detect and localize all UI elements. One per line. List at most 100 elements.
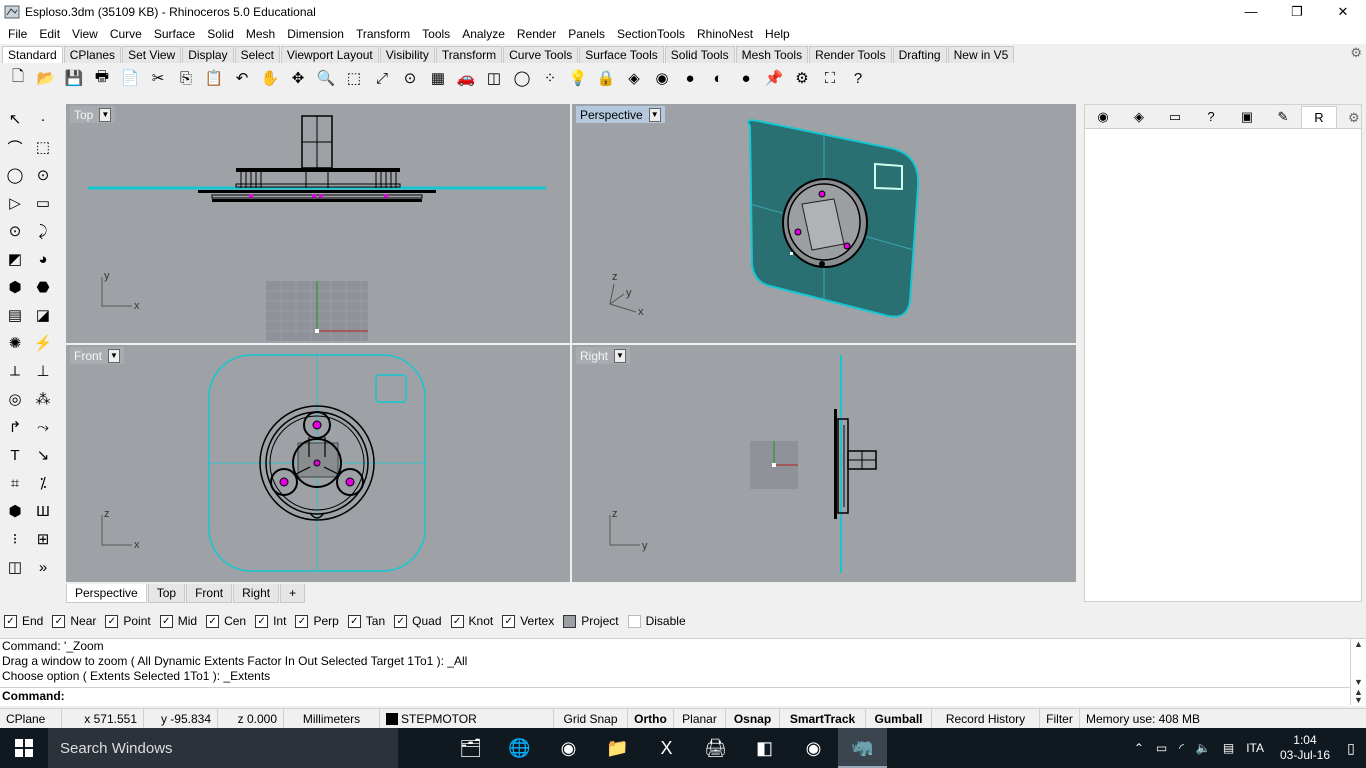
- gumball-toggle[interactable]: Gumball: [866, 708, 932, 729]
- viewport-front[interactable]: z x Front ▼: [66, 345, 570, 582]
- tool-button-5-icon[interactable]: ⊙: [30, 162, 56, 188]
- command-history-scrollbar[interactable]: ▲ ▼: [1350, 639, 1366, 687]
- zoom-selected-icon[interactable]: ⊙: [396, 65, 424, 91]
- grid-icon[interactable]: ▦: [424, 65, 452, 91]
- osnap-perp[interactable]: ✓ Perp: [295, 614, 339, 628]
- osnap-tan[interactable]: ✓ Tan: [347, 614, 385, 628]
- tool-button-11-icon[interactable]: ◕: [30, 246, 56, 272]
- chevron-down-icon[interactable]: ▼: [108, 348, 121, 363]
- osnap-checkbox[interactable]: [563, 614, 577, 628]
- tab-render-tools[interactable]: Render Tools: [809, 46, 892, 63]
- car-icon[interactable]: 🚗: [452, 65, 480, 91]
- undo-icon[interactable]: ↶: [228, 65, 256, 91]
- menu-solid[interactable]: Solid: [201, 27, 240, 41]
- print-icon[interactable]: 🖶: [88, 65, 116, 91]
- menu-render[interactable]: Render: [511, 27, 562, 41]
- paste-icon[interactable]: 📋: [200, 65, 228, 91]
- menu-curve[interactable]: Curve: [104, 27, 148, 41]
- tab-transform[interactable]: Transform: [435, 46, 503, 63]
- viewport-label-front[interactable]: Front ▼: [70, 347, 125, 364]
- chevron-down-icon[interactable]: ▼: [99, 107, 112, 122]
- tab-viewport-layout[interactable]: Viewport Layout: [280, 46, 379, 63]
- sphere-icon[interactable]: ●: [676, 65, 704, 91]
- command-input[interactable]: Command:: [0, 687, 1350, 705]
- language-indicator[interactable]: ITA: [1246, 741, 1264, 755]
- planar-toggle[interactable]: Planar: [674, 708, 726, 729]
- menu-mesh[interactable]: Mesh: [240, 27, 281, 41]
- close-button[interactable]: ✕: [1320, 0, 1366, 23]
- cut-icon[interactable]: ✂: [144, 65, 172, 91]
- osnap-knot[interactable]: ✓ Knot: [450, 614, 493, 628]
- tool-button-16-icon[interactable]: ✺: [2, 330, 28, 356]
- tool-button-4-icon[interactable]: ◯: [2, 162, 28, 188]
- smarttrack-toggle[interactable]: SmartTrack: [780, 708, 866, 729]
- zoom-window-icon[interactable]: ⬚: [340, 65, 368, 91]
- tool-button-24-icon[interactable]: T: [2, 442, 28, 468]
- menu-edit[interactable]: Edit: [33, 27, 66, 41]
- osnap-checkbox[interactable]: ✓: [105, 614, 119, 628]
- osnap-project[interactable]: Project: [563, 614, 619, 628]
- open-icon[interactable]: 📂: [32, 65, 60, 91]
- viewport-perspective[interactable]: z y x Perspective ▼: [572, 104, 1076, 343]
- volume-icon[interactable]: 🔈: [1196, 741, 1211, 755]
- tool-button-32-icon[interactable]: ◫: [2, 554, 28, 580]
- tool-button-13-icon[interactable]: ⬣: [30, 274, 56, 300]
- osnap-checkbox[interactable]: ✓: [255, 614, 269, 628]
- ortho-toggle[interactable]: Ortho: [628, 708, 674, 729]
- action-center-icon[interactable]: ▤: [1223, 741, 1234, 755]
- osnap-end[interactable]: ✓ End: [4, 614, 43, 628]
- menu-file[interactable]: File: [2, 27, 33, 41]
- chrome-icon[interactable]: ◉: [544, 728, 593, 768]
- clock[interactable]: 1:04 03-Jul-16: [1280, 733, 1330, 763]
- properties-icon[interactable]: ◉: [1085, 106, 1121, 128]
- tool-button-10-icon[interactable]: ◩: [2, 246, 28, 272]
- osnap-checkbox[interactable]: ✓: [4, 614, 17, 628]
- osnap-near[interactable]: ✓ Near: [52, 614, 96, 628]
- help-icon[interactable]: ?: [1193, 106, 1229, 128]
- osnap-vertex[interactable]: ✓ Vertex: [502, 614, 554, 628]
- tool-button-6-icon[interactable]: ▷: [2, 190, 28, 216]
- menu-tools[interactable]: Tools: [416, 27, 456, 41]
- viewport-tab-perspective[interactable]: Perspective: [66, 584, 147, 603]
- gear-icon[interactable]: ⚙: [788, 65, 816, 91]
- osnap-checkbox[interactable]: ✓: [295, 614, 309, 628]
- render-sphere-icon[interactable]: ◐: [704, 65, 732, 91]
- tab-surface-tools[interactable]: Surface Tools: [579, 46, 664, 63]
- osnap-disable[interactable]: Disable: [627, 614, 686, 628]
- blue-sphere-icon[interactable]: ●: [732, 65, 760, 91]
- tab-display[interactable]: Display: [182, 46, 234, 63]
- menu-analyze[interactable]: Analyze: [456, 27, 511, 41]
- osnap-mid[interactable]: ✓ Mid: [159, 614, 197, 628]
- chevron-up-icon[interactable]: ⌃: [1134, 741, 1144, 755]
- tool-button-21-icon[interactable]: ⁂: [30, 386, 56, 412]
- osnap-checkbox[interactable]: ✓: [502, 614, 516, 628]
- osnap-point[interactable]: ✓ Point: [105, 614, 151, 628]
- tool-button-25-icon[interactable]: ↘: [30, 442, 56, 468]
- notifications-icon[interactable]: ▯: [1336, 728, 1366, 768]
- chevron-down-icon[interactable]: ▼: [648, 107, 661, 122]
- status-units[interactable]: Millimeters: [284, 708, 380, 729]
- tab-mesh-tools[interactable]: Mesh Tools: [735, 46, 809, 63]
- tool-button-8-icon[interactable]: ⊙: [2, 218, 28, 244]
- tab-visibility[interactable]: Visibility: [379, 46, 435, 63]
- chrome-icon[interactable]: ◉: [789, 728, 838, 768]
- gear-icon[interactable]: ⚙: [1348, 110, 1360, 126]
- wifi-icon[interactable]: ◜: [1179, 741, 1184, 755]
- import-icon[interactable]: 📄: [116, 65, 144, 91]
- menu-transform[interactable]: Transform: [350, 27, 416, 41]
- tool-button-12-icon[interactable]: ⬢: [2, 274, 28, 300]
- viewport-label-perspective[interactable]: Perspective ▼: [576, 106, 665, 123]
- viewport-label-right[interactable]: Right ▼: [576, 347, 631, 364]
- zoom-icon[interactable]: 🔍: [312, 65, 340, 91]
- tab-cplanes[interactable]: CPlanes: [63, 46, 122, 63]
- tab-set-view[interactable]: Set View: [122, 46, 182, 63]
- rhino-icon[interactable]: R: [1301, 105, 1337, 128]
- network-icon[interactable]: 🌐: [495, 728, 544, 768]
- menu-help[interactable]: Help: [759, 27, 796, 41]
- circle-icon[interactable]: ◯: [508, 65, 536, 91]
- tool-button-26-icon[interactable]: ⌗: [2, 470, 28, 496]
- tool-button-9-icon[interactable]: ⤸: [30, 218, 56, 244]
- osnap-toggle[interactable]: Osnap: [726, 708, 780, 729]
- lock-icon[interactable]: 🔒: [592, 65, 620, 91]
- menu-panels[interactable]: Panels: [562, 27, 611, 41]
